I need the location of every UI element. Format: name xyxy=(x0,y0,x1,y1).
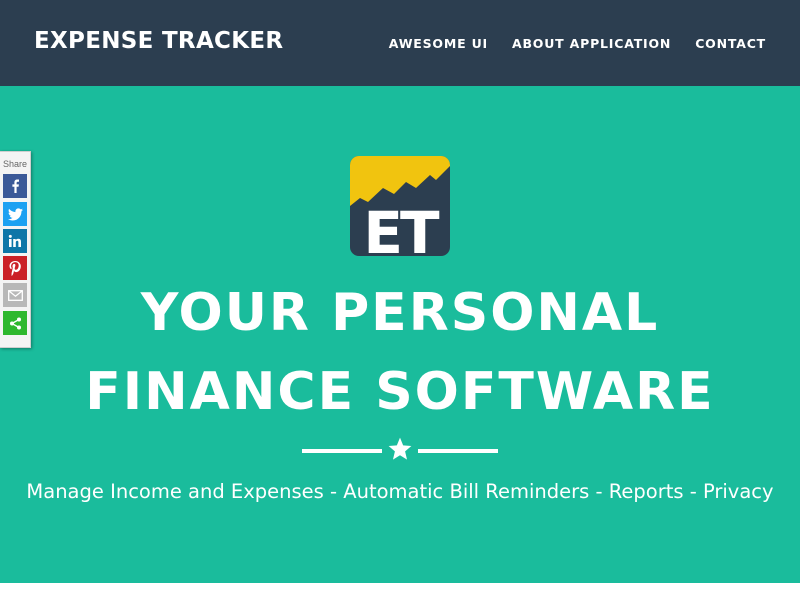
hero-headline-line2: FINANCE SOFTWARE xyxy=(85,362,715,422)
email-icon xyxy=(7,289,23,301)
page-bottom xyxy=(0,583,800,600)
nav-link-about-application[interactable]: ABOUT APPLICATION xyxy=(512,36,671,51)
brand-title[interactable]: EXPENSE TRACKER xyxy=(34,28,283,54)
twitter-icon xyxy=(7,207,23,220)
linkedin-share-button[interactable] xyxy=(3,229,27,253)
share-label: Share xyxy=(2,159,28,169)
nav-link-awesome-ui[interactable]: AWESOME UI xyxy=(389,36,488,51)
twitter-share-button[interactable] xyxy=(3,202,27,226)
share-icon xyxy=(9,317,21,329)
facebook-icon xyxy=(12,179,19,193)
navbar: EXPENSE TRACKER AWESOME UI ABOUT APPLICA… xyxy=(0,0,800,86)
facebook-share-button[interactable] xyxy=(3,174,27,198)
nav-link-contact[interactable]: CONTACT xyxy=(695,36,766,51)
email-share-button[interactable] xyxy=(3,283,27,307)
share-sidebar: Share xyxy=(0,151,31,348)
linkedin-icon xyxy=(8,234,21,247)
divider-line-right xyxy=(418,449,498,453)
logo-text: ET xyxy=(363,199,440,256)
pinterest-share-button[interactable] xyxy=(3,256,27,280)
divider-line-left xyxy=(302,449,382,453)
nav-links: AWESOME UI ABOUT APPLICATION CONTACT xyxy=(389,36,766,51)
hero-headline-line1: YOUR PERSONAL xyxy=(140,283,660,343)
more-share-button[interactable] xyxy=(3,311,27,335)
app-logo: ET xyxy=(350,156,450,256)
pinterest-icon xyxy=(9,260,21,276)
hero-tagline: Manage Income and Expenses - Automatic B… xyxy=(26,480,774,503)
star-icon xyxy=(388,437,412,460)
